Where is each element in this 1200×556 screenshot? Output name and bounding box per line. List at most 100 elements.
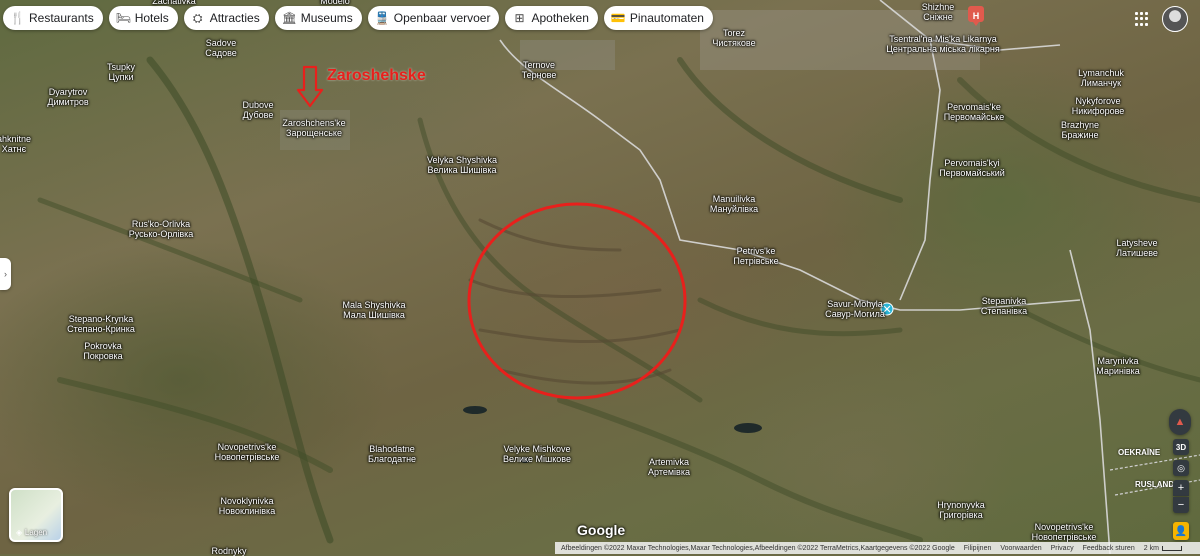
place-name-cyrillic: Первомайський xyxy=(939,168,1005,178)
train-icon: 🚆 xyxy=(374,11,390,25)
place-label[interactable]: Rus'ko-Orlivka Русько-Орлівка xyxy=(129,219,194,239)
place-label[interactable]: Shizhne Сніжне xyxy=(922,2,955,22)
footer-link-country[interactable]: Filipijnen xyxy=(964,545,992,552)
place-name: Rus'ko-Orlivka xyxy=(131,219,191,229)
chip-museums[interactable]: 🏛 Museums xyxy=(274,6,362,30)
chip-restaurants[interactable]: 🍴 Restaurants xyxy=(3,6,103,30)
scale-bar[interactable]: 2 km xyxy=(1144,545,1182,552)
place-label[interactable]: Brazhyne Бражине xyxy=(1061,120,1099,140)
annotation-label: Zaroshehske xyxy=(327,67,426,84)
place-name: Dyarytrov xyxy=(48,87,88,97)
avatar[interactable] xyxy=(1162,6,1188,32)
chip-hotels[interactable]: 🛏 Hotels xyxy=(108,6,178,30)
border-label-russia: RUSLAND xyxy=(1135,480,1175,489)
place-name: Sadove xyxy=(205,38,237,48)
place-label[interactable]: Stepanivka Степанівка xyxy=(981,296,1027,316)
pond-2 xyxy=(734,423,762,433)
place-name: Pervomais'ke xyxy=(947,102,1001,112)
place-label[interactable]: Velyka Shyshivka Велика Шишівка xyxy=(427,155,497,175)
scale-line xyxy=(1161,545,1182,551)
place-label[interactable]: Sadove Садове xyxy=(205,38,237,58)
place-label[interactable]: Petrivs'ke Петрівське xyxy=(733,246,778,266)
place-name-cyrillic: Петрівське xyxy=(733,256,779,266)
chip-apotheken[interactable]: ⊞ Apotheken xyxy=(505,6,598,30)
place-label[interactable]: Pervomais'ke Первомайське xyxy=(944,102,1005,122)
place-label[interactable]: ahknitne Хатнє xyxy=(0,134,31,154)
place-label[interactable]: Pokrovka Покровка xyxy=(83,341,122,361)
side-panel-toggle[interactable]: › xyxy=(0,258,11,290)
place-label[interactable]: Dubove Дубове xyxy=(242,100,273,120)
my-location-button[interactable]: ◎ xyxy=(1173,460,1189,476)
place-name: Marynivka xyxy=(1097,356,1139,366)
view-3d-button[interactable]: 3D xyxy=(1173,439,1189,455)
place-name-cyrillic: Зарощенське xyxy=(286,128,342,138)
chip-label: Restaurants xyxy=(29,11,94,25)
place-label[interactable]: Tsentral'na Mis'ka Likarnya Центральна мі… xyxy=(886,34,999,54)
compass-button[interactable]: ▲ xyxy=(1169,409,1191,435)
place-name-cyrillic: Дубове xyxy=(242,110,274,120)
place-name: Stepano-Krynka xyxy=(68,314,134,324)
place-name: Pokrovka xyxy=(84,341,122,351)
place-label[interactable]: Novoklynivka Новоклинівка xyxy=(219,496,275,516)
place-label[interactable]: Novopetrivs'ke Новопетрівське xyxy=(215,442,280,462)
place-name: Artemivka xyxy=(648,457,690,467)
place-label[interactable]: Mala Shyshivka Мала Шишівка xyxy=(342,300,405,320)
place-name-cyrillic: Первомайське xyxy=(943,112,1005,122)
layers-button[interactable]: ◈ Lagen xyxy=(9,488,63,542)
place-name-cyrillic: Степанівка xyxy=(980,306,1028,316)
footer-link-privacy[interactable]: Privacy xyxy=(1051,545,1074,552)
place-name: Shizhne xyxy=(921,2,955,12)
footer-link-feedback[interactable]: Feedback sturen xyxy=(1083,545,1135,552)
chip-openbaar-vervoer[interactable]: 🚆 Openbaar vervoer xyxy=(367,6,500,30)
apps-grid-icon[interactable] xyxy=(1135,12,1149,26)
place-label[interactable]: Tsupky Цупки xyxy=(107,62,135,82)
place-label[interactable]: Savur-Mohyla Савур-Могила xyxy=(825,299,885,319)
place-label[interactable]: Pervomais'kyi Первомайський xyxy=(939,158,1005,178)
fork-knife-icon: 🍴 xyxy=(10,11,25,25)
satellite-map[interactable]: H xyxy=(0,0,1200,554)
place-label[interactable]: Zaroshchens'ke Зарощенське xyxy=(282,118,345,138)
zoom-in-button[interactable]: + xyxy=(1173,480,1189,496)
place-label[interactable]: Novopetrivs'ke Новопетрівське xyxy=(1032,522,1097,542)
place-label[interactable]: Latysheve Латишеве xyxy=(1116,238,1158,258)
place-name: Tsupky xyxy=(106,62,136,72)
place-name: Novopetrivs'ke xyxy=(217,442,277,452)
place-name-cyrillic: Цупки xyxy=(108,72,134,82)
place-label[interactable]: Velyke Mishkove Велике Мішкове xyxy=(503,444,571,464)
place-label[interactable]: Dyarytrov Димитров xyxy=(47,87,88,107)
footer-link-terms[interactable]: Voorwaarden xyxy=(1000,545,1041,552)
attribution-footer: Afbeeldingen ©2022 Maxar Technologies,Ma… xyxy=(555,542,1200,554)
place-label[interactable]: Manuilivka Мануйлівка xyxy=(710,194,758,214)
place-label[interactable]: Zachativka xyxy=(152,0,196,6)
place-label[interactable]: Marynivka Маринівка xyxy=(1096,356,1140,376)
place-label[interactable]: Torez Чистякове xyxy=(712,28,755,48)
place-name-cyrillic: Латишеве xyxy=(1116,248,1158,258)
place-name: Petrivs'ke xyxy=(736,246,776,256)
place-name-cyrillic: Бражине xyxy=(1061,130,1099,140)
place-name: Torez xyxy=(722,28,746,38)
place-name-cyrillic: Никифорове xyxy=(1071,106,1125,116)
place-name-cyrillic: Мала Шишівка xyxy=(343,310,405,320)
camera-icon: ⛭ xyxy=(192,10,203,25)
place-name: Manuilivka xyxy=(712,194,756,204)
place-label[interactable]: Blahodatne Благодатне xyxy=(368,444,416,464)
street-view-pegman[interactable]: 👤 xyxy=(1173,522,1189,540)
place-name: Velyka Shyshivka xyxy=(426,155,498,165)
place-label[interactable]: Modelo xyxy=(320,0,350,6)
place-name: Novoklynivka xyxy=(220,496,274,506)
chip-attracties[interactable]: ⛭ Attracties xyxy=(183,6,269,30)
place-label[interactable]: Lymanchuk Лиманчук xyxy=(1078,68,1124,88)
place-label[interactable]: Artemivka Артемівка xyxy=(648,457,690,477)
chip-pinautomaten[interactable]: 💳 Pinautomaten xyxy=(603,6,713,30)
place-label[interactable]: Hrynonyvka Григорівка xyxy=(937,500,985,520)
place-label[interactable]: Nykyforove Никифорове xyxy=(1072,96,1125,116)
place-name: Stepanivka xyxy=(981,296,1027,306)
place-name-cyrillic: Велика Шишівка xyxy=(427,165,497,175)
place-name: Latysheve xyxy=(1116,238,1158,248)
place-name-cyrillic: Сніжне xyxy=(923,12,953,22)
place-label[interactable]: Rodnyky xyxy=(211,546,246,556)
place-label[interactable]: Stepano-Krynka Степано-Кринка xyxy=(67,314,135,334)
zoom-out-button[interactable]: − xyxy=(1173,497,1189,513)
place-label[interactable]: Ternove Тернове xyxy=(522,60,557,80)
pond-1 xyxy=(463,406,487,414)
